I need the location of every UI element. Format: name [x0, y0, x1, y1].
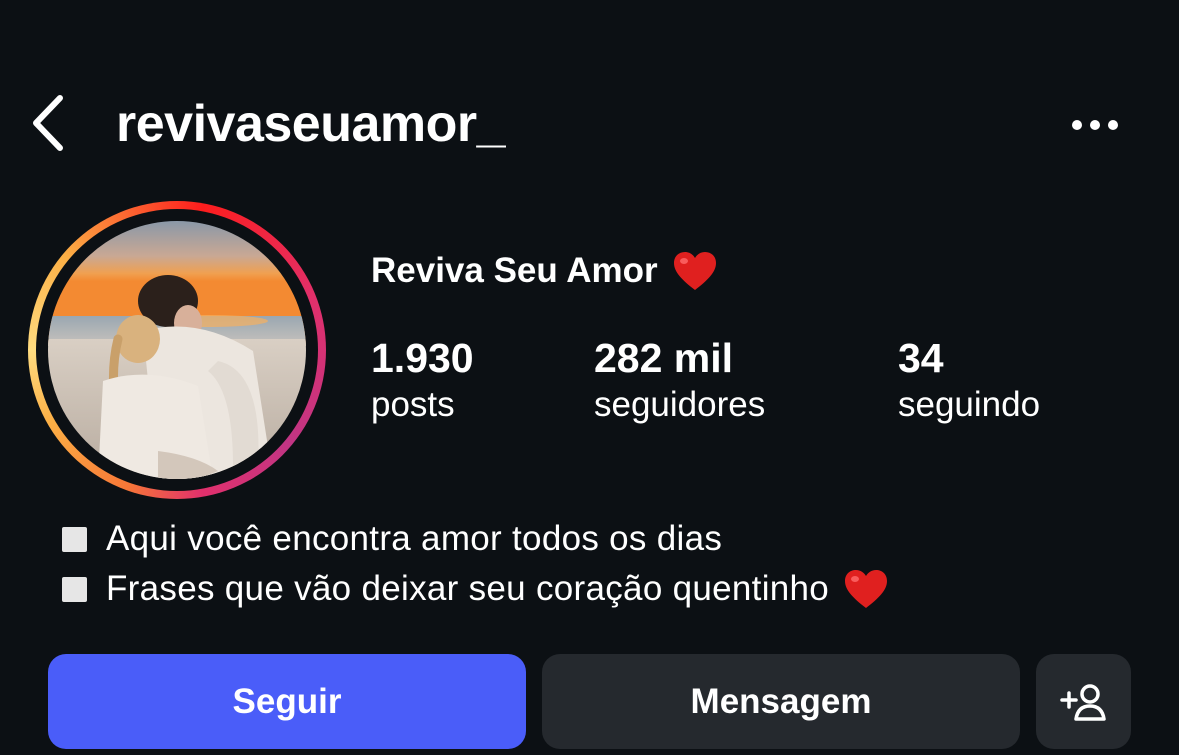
- avatar-photo: [48, 221, 306, 479]
- stat-posts[interactable]: 1.930 posts: [371, 334, 474, 428]
- bio-line: Aqui você encontra amor todos os dias: [62, 517, 722, 561]
- follow-button-label: Seguir: [232, 681, 342, 721]
- heart-icon: [672, 250, 718, 292]
- suggested-accounts-button[interactable]: [1036, 654, 1131, 749]
- profile-username: revivaseuamor_: [116, 95, 506, 153]
- message-button[interactable]: Mensagem: [542, 654, 1020, 749]
- more-options-button[interactable]: [1062, 104, 1128, 146]
- chevron-left-icon: [33, 95, 63, 151]
- bio-line: Frases que vão deixar seu coração quenti…: [62, 567, 889, 611]
- stat-followers-value: 282 mil: [594, 335, 734, 381]
- bio-text: Aqui você encontra amor todos os dias: [106, 519, 723, 558]
- back-button[interactable]: [22, 92, 72, 154]
- bullet-square-icon: [62, 576, 87, 602]
- stat-followers[interactable]: 282 mil seguidores: [594, 334, 765, 428]
- story-ring[interactable]: [28, 201, 326, 499]
- message-button-label: Mensagem: [690, 681, 872, 721]
- bio-text: Frases que vão deixar seu coração quenti…: [106, 569, 830, 608]
- stat-following[interactable]: 34 seguindo: [898, 334, 1040, 428]
- bullet-square-icon: [62, 526, 87, 552]
- profile-screen: revivaseuamor_ Reviva Seu Amor 1.930 pos…: [0, 0, 1179, 755]
- stat-posts-value: 1.930: [371, 335, 474, 381]
- ellipsis-icon: [1072, 120, 1118, 130]
- display-name-row: Reviva Seu Amor: [371, 246, 718, 296]
- stat-following-label: seguindo: [898, 385, 1041, 424]
- follow-button[interactable]: Seguir: [48, 654, 526, 749]
- stat-following-value: 34: [898, 335, 944, 381]
- display-name: Reviva Seu Amor: [371, 251, 658, 290]
- avatar: [48, 221, 306, 479]
- stat-posts-label: posts: [371, 385, 455, 424]
- add-person-icon: [1059, 683, 1106, 721]
- heart-icon: [843, 568, 889, 610]
- stat-followers-label: seguidores: [594, 385, 766, 424]
